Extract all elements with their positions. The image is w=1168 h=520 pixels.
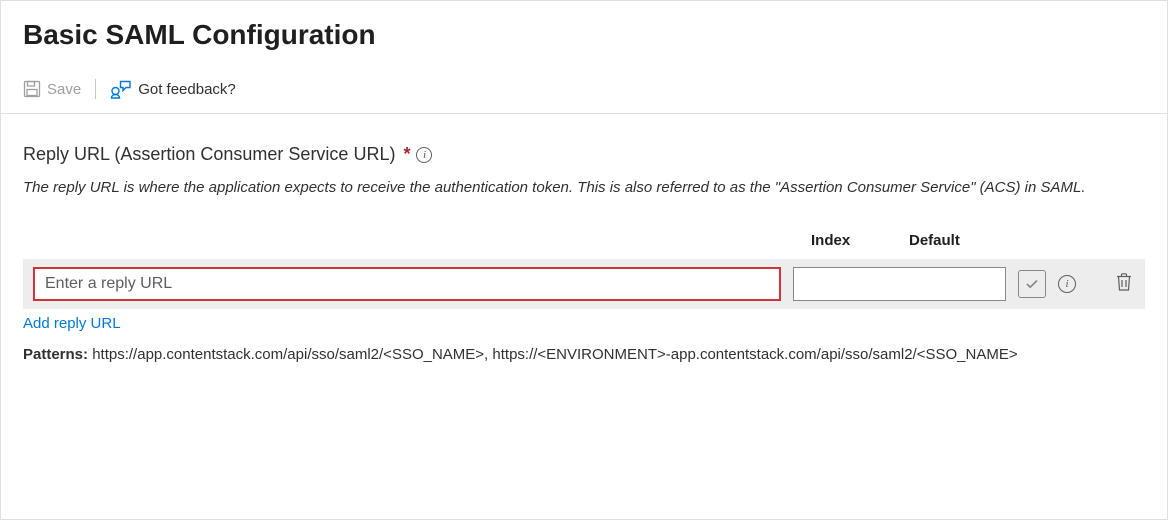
patterns-value: https://app.contentstack.com/api/sso/sam… [92, 346, 1017, 363]
toolbar: Save Got feedback? [1, 55, 1167, 114]
reply-url-label: Reply URL (Assertion Consumer Service UR… [23, 144, 1145, 165]
reply-url-description: The reply URL is where the application e… [23, 177, 1145, 200]
table-row: i [23, 259, 1145, 309]
feedback-label: Got feedback? [138, 81, 236, 98]
info-icon[interactable]: i [1058, 275, 1076, 293]
index-input[interactable] [793, 267, 1006, 301]
trash-icon [1115, 272, 1133, 292]
default-checkbox[interactable] [1018, 270, 1046, 298]
index-header: Index [811, 232, 909, 249]
reply-url-label-text: Reply URL (Assertion Consumer Service UR… [23, 144, 395, 165]
toolbar-divider [95, 79, 96, 99]
patterns-text: Patterns: https://app.contentstack.com/a… [23, 344, 1145, 366]
reply-url-input[interactable] [33, 267, 781, 301]
save-icon [23, 80, 41, 98]
save-button[interactable]: Save [23, 80, 81, 98]
check-icon [1024, 276, 1040, 292]
table-headers: Index Default [23, 232, 1145, 259]
reply-url-table: Index Default i Add reply URL [1, 232, 1167, 366]
feedback-icon [110, 79, 132, 99]
required-indicator: * [403, 144, 410, 165]
delete-button[interactable] [1113, 270, 1135, 297]
default-header: Default [909, 232, 1009, 249]
feedback-button[interactable]: Got feedback? [110, 79, 236, 99]
add-reply-url-link[interactable]: Add reply URL [23, 313, 121, 334]
reply-url-section: Reply URL (Assertion Consumer Service UR… [1, 114, 1167, 210]
basic-saml-config-panel: Basic SAML Configuration Save Got [0, 0, 1168, 520]
save-label: Save [47, 81, 81, 98]
info-icon[interactable]: i [416, 147, 432, 163]
patterns-label: Patterns: [23, 346, 88, 363]
page-title: Basic SAML Configuration [1, 1, 1167, 55]
